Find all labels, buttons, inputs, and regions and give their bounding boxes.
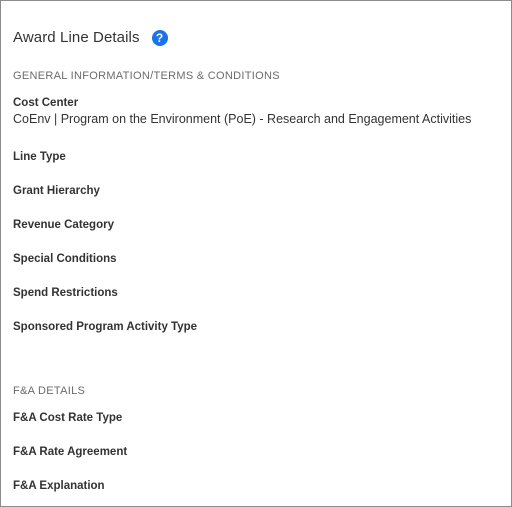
field-label-fa-cost-rate-type: F&A Cost Rate Type xyxy=(13,412,123,424)
field-label-grant-hierarchy: Grant Hierarchy xyxy=(13,185,100,197)
field-label-revenue-category: Revenue Category xyxy=(13,219,114,231)
panel-title: Award Line Details xyxy=(13,29,140,46)
field-label-cost-center: Cost Center xyxy=(13,97,79,109)
section-heading-general: GENERAL INFORMATION/TERMS & CONDITIONS xyxy=(13,70,280,82)
field-value-cost-center: CoEnv | Program on the Environment (PoE)… xyxy=(13,112,472,126)
field-label-fa-explanation: F&A Explanation xyxy=(13,480,105,492)
field-label-special-conditions: Special Conditions xyxy=(13,253,117,265)
field-label-sponsored-program-activity-type: Sponsored Program Activity Type xyxy=(13,321,198,333)
panel-header: Award Line Details ? xyxy=(13,29,168,46)
field-label-line-type: Line Type xyxy=(13,151,66,163)
award-line-details-panel: Award Line Details ? GENERAL INFORMATION… xyxy=(0,0,512,507)
section-heading-fa-details: F&A DETAILS xyxy=(13,385,86,397)
field-label-fa-rate-agreement: F&A Rate Agreement xyxy=(13,446,128,458)
field-label-spend-restrictions: Spend Restrictions xyxy=(13,287,118,299)
help-circle-icon[interactable]: ? xyxy=(151,30,168,46)
